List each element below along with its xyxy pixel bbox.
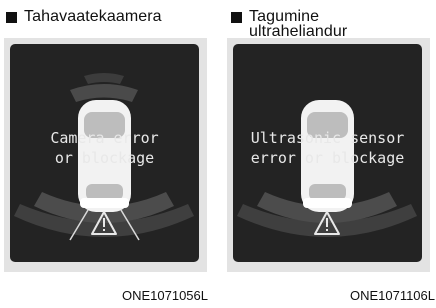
error-message: Ultrasonic sensor error or blockage <box>233 128 422 168</box>
error-message-line: Camera error <box>50 129 159 147</box>
error-message-line: or blockage <box>54 149 155 167</box>
error-message: Camera error or blockage <box>10 128 199 168</box>
cluster-screen: Ultrasonic sensor error or blockage <box>233 44 422 262</box>
cluster-screen: Camera error or blockage <box>10 44 199 262</box>
error-message-line: error or blockage <box>250 149 405 167</box>
image-code: ONE1071106L <box>349 288 435 303</box>
rear-view-camera-panel: Tahavaatekaamera Camera error or blockag… <box>0 0 210 308</box>
square-bullet-icon <box>231 12 242 23</box>
display-frame: Ultrasonic sensor error or blockage <box>227 38 430 272</box>
panel-heading: Tagumine ultraheliandur <box>231 8 348 40</box>
front-sensor-zone-outer <box>84 73 124 84</box>
error-message-line: Ultrasonic sensor <box>250 129 405 147</box>
heading-text: Tahavaatekaamera <box>24 8 162 25</box>
image-code: ONE1071056L <box>121 288 208 303</box>
heading-text: ultraheliandur <box>249 23 348 40</box>
panel-heading: Tahavaatekaamera <box>6 8 162 25</box>
square-bullet-icon <box>6 12 17 23</box>
rear-ultrasonic-sensor-panel: Tagumine ultraheliandur Ultrasonic senso… <box>225 0 435 308</box>
front-sensor-zone <box>70 84 138 102</box>
heading-text: Tagumine <box>249 8 320 25</box>
display-frame: Camera error or blockage <box>4 38 207 272</box>
